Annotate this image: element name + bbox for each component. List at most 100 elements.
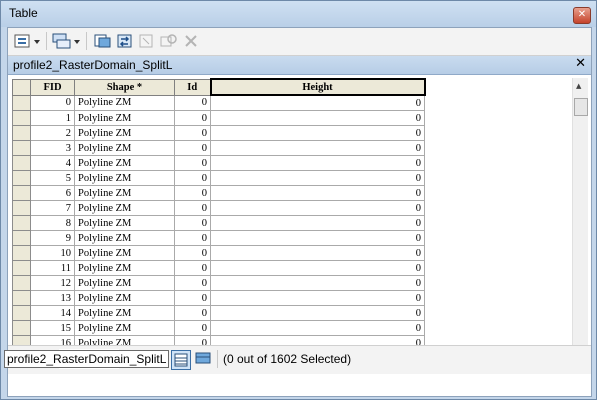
- cell-height[interactable]: 0: [210, 200, 425, 216]
- row-selector[interactable]: [12, 200, 31, 216]
- cell-id[interactable]: 0: [174, 305, 211, 321]
- cell-id[interactable]: 0: [174, 245, 211, 261]
- cell-shape[interactable]: Polyline ZM: [74, 305, 175, 321]
- row-selector[interactable]: [12, 305, 31, 321]
- cell-fid[interactable]: 11: [30, 260, 75, 276]
- row-selector[interactable]: [12, 140, 31, 156]
- cell-id[interactable]: 0: [174, 290, 211, 306]
- row-selector[interactable]: [12, 170, 31, 186]
- table-row[interactable]: 12 Polyline ZM 0 0: [12, 275, 425, 291]
- cell-shape[interactable]: Polyline ZM: [74, 245, 175, 261]
- bottom-table-tab[interactable]: profile2_RasterDomain_SplitL: [4, 350, 170, 368]
- column-header-height[interactable]: Height: [209, 78, 426, 96]
- delete-selected-button[interactable]: [182, 32, 200, 50]
- table-row[interactable]: 9 Polyline ZM 0 0: [12, 230, 425, 246]
- cell-shape[interactable]: Polyline ZM: [74, 215, 175, 231]
- cell-height[interactable]: 0: [210, 185, 425, 201]
- column-header-id[interactable]: Id: [174, 78, 211, 96]
- row-selector[interactable]: [12, 94, 31, 111]
- table-options-button[interactable]: [14, 32, 42, 50]
- cell-shape[interactable]: Polyline ZM: [74, 185, 175, 201]
- table-row[interactable]: 1 Polyline ZM 0 0: [12, 110, 425, 126]
- cell-height[interactable]: 0: [210, 140, 425, 156]
- cell-height[interactable]: 0: [210, 125, 425, 141]
- select-by-attributes-button[interactable]: [94, 32, 112, 50]
- switch-selection-button[interactable]: [116, 32, 134, 50]
- cell-height[interactable]: 0: [210, 245, 425, 261]
- cell-shape[interactable]: Polyline ZM: [74, 155, 175, 171]
- column-header-shape[interactable]: Shape *: [74, 78, 175, 96]
- show-all-records-button[interactable]: [171, 350, 191, 370]
- cell-height[interactable]: 0: [210, 110, 425, 126]
- cell-shape[interactable]: Polyline ZM: [74, 320, 175, 336]
- cell-fid[interactable]: 15: [30, 320, 75, 336]
- cell-fid[interactable]: 1: [30, 110, 75, 126]
- cell-shape[interactable]: Polyline ZM: [74, 260, 175, 276]
- cell-shape[interactable]: Polyline ZM: [74, 94, 175, 111]
- cell-id[interactable]: 0: [174, 110, 211, 126]
- select-all-header[interactable]: [12, 78, 31, 96]
- cell-id[interactable]: 0: [174, 155, 211, 171]
- scrollbar-thumb[interactable]: [574, 98, 588, 116]
- table-row[interactable]: 0 Polyline ZM 0 0: [12, 94, 425, 111]
- cell-id[interactable]: 0: [174, 215, 211, 231]
- table-row[interactable]: 8 Polyline ZM 0 0: [12, 215, 425, 231]
- row-selector[interactable]: [12, 260, 31, 276]
- row-selector[interactable]: [12, 125, 31, 141]
- cell-height[interactable]: 0: [210, 170, 425, 186]
- row-selector[interactable]: [12, 245, 31, 261]
- row-selector[interactable]: [12, 155, 31, 171]
- row-selector[interactable]: [12, 110, 31, 126]
- table-row[interactable]: 6 Polyline ZM 0 0: [12, 185, 425, 201]
- table-row[interactable]: 10 Polyline ZM 0 0: [12, 245, 425, 261]
- cell-fid[interactable]: 2: [30, 125, 75, 141]
- cell-height[interactable]: 0: [210, 305, 425, 321]
- vertical-scrollbar[interactable]: ▲ ▼: [572, 78, 588, 371]
- cell-shape[interactable]: Polyline ZM: [74, 110, 175, 126]
- title-bar[interactable]: Table ✕: [1, 1, 596, 27]
- cell-height[interactable]: 0: [210, 230, 425, 246]
- window-close-button[interactable]: ✕: [573, 7, 591, 24]
- row-selector[interactable]: [12, 230, 31, 246]
- table-row[interactable]: 7 Polyline ZM 0 0: [12, 200, 425, 216]
- cell-fid[interactable]: 0: [30, 94, 75, 111]
- cell-height[interactable]: 0: [210, 215, 425, 231]
- row-selector[interactable]: [12, 215, 31, 231]
- cell-id[interactable]: 0: [174, 200, 211, 216]
- cell-shape[interactable]: Polyline ZM: [74, 170, 175, 186]
- cell-shape[interactable]: Polyline ZM: [74, 125, 175, 141]
- cell-fid[interactable]: 13: [30, 290, 75, 306]
- table-row[interactable]: 5 Polyline ZM 0 0: [12, 170, 425, 186]
- cell-id[interactable]: 0: [174, 260, 211, 276]
- table-row[interactable]: 3 Polyline ZM 0 0: [12, 140, 425, 156]
- cell-fid[interactable]: 7: [30, 200, 75, 216]
- cell-id[interactable]: 0: [174, 185, 211, 201]
- cell-fid[interactable]: 9: [30, 230, 75, 246]
- cell-shape[interactable]: Polyline ZM: [74, 275, 175, 291]
- cell-id[interactable]: 0: [174, 230, 211, 246]
- cell-height[interactable]: 0: [210, 260, 425, 276]
- cell-fid[interactable]: 3: [30, 140, 75, 156]
- cell-shape[interactable]: Polyline ZM: [74, 140, 175, 156]
- cell-height[interactable]: 0: [210, 275, 425, 291]
- clear-selection-button[interactable]: [138, 32, 156, 50]
- cell-id[interactable]: 0: [174, 140, 211, 156]
- cell-fid[interactable]: 4: [30, 155, 75, 171]
- table-row[interactable]: 2 Polyline ZM 0 0: [12, 125, 425, 141]
- zoom-to-selected-button[interactable]: [160, 32, 178, 50]
- cell-height[interactable]: 0: [210, 155, 425, 171]
- column-header-fid[interactable]: FID: [30, 78, 75, 96]
- cell-fid[interactable]: 8: [30, 215, 75, 231]
- cell-id[interactable]: 0: [174, 320, 211, 336]
- table-row[interactable]: 11 Polyline ZM 0 0: [12, 260, 425, 276]
- table-tab-close-icon[interactable]: ✕: [575, 56, 586, 71]
- cell-height[interactable]: 0: [210, 320, 425, 336]
- table-row[interactable]: 4 Polyline ZM 0 0: [12, 155, 425, 171]
- cell-height[interactable]: 0: [210, 94, 425, 111]
- table-row[interactable]: 15 Polyline ZM 0 0: [12, 320, 425, 336]
- cell-fid[interactable]: 14: [30, 305, 75, 321]
- row-selector[interactable]: [12, 185, 31, 201]
- cell-id[interactable]: 0: [174, 170, 211, 186]
- row-selector[interactable]: [12, 290, 31, 306]
- cell-shape[interactable]: Polyline ZM: [74, 200, 175, 216]
